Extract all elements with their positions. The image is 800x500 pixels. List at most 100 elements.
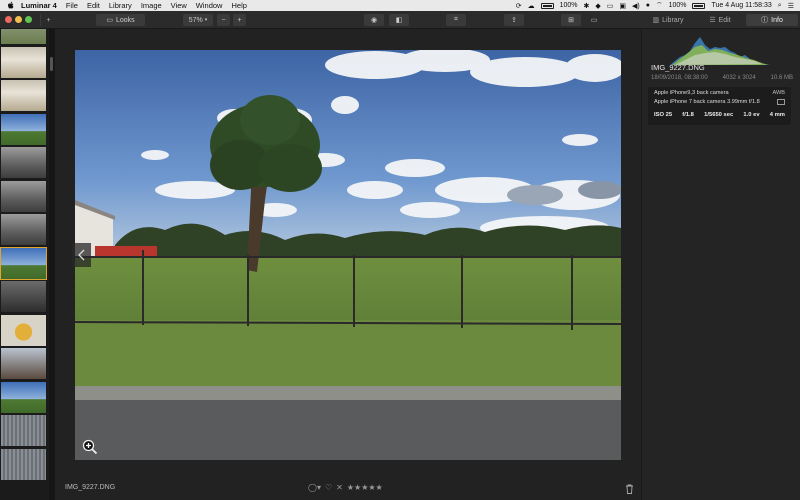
add-images-button[interactable]: + — [40, 14, 56, 26]
camera-model: Apple iPhone9,3 back camera — [654, 90, 729, 96]
star-rating[interactable]: ★★★★★ — [347, 483, 383, 492]
info-filesize: 10.6 MB — [770, 75, 793, 81]
exposure-stats: ISO 25 f/1.8 1/5650 sec 1.0 ev 4 mm — [654, 112, 785, 118]
trash-icon[interactable] — [625, 484, 634, 494]
control-center-icon[interactable]: ☰ — [788, 2, 794, 10]
filmstrip-thumbnail[interactable] — [1, 180, 46, 212]
clock[interactable]: Tue 4 Aug 11:58:33 — [711, 2, 771, 9]
filmstrip[interactable] — [0, 29, 50, 500]
looks-button[interactable]: ▭ Looks — [96, 14, 145, 26]
filmstrip-thumbnail[interactable] — [0, 246, 47, 280]
zoom-value: 57% — [188, 16, 203, 24]
crop-icon: ⌗ — [454, 16, 458, 23]
sync-icon[interactable]: ⟳ — [516, 2, 522, 10]
filmstrip-thumbnail[interactable] — [1, 448, 46, 480]
minimize-window-button[interactable] — [15, 16, 22, 23]
color-label-icon[interactable]: ◯▾ — [308, 483, 321, 492]
single-view-icon: ▭ — [590, 17, 598, 24]
mirror-icon[interactable]: ▣ — [619, 2, 626, 10]
app-toolbar: + ▭ Looks 57% ▾ − + ◉ ◧ ⌗ ⇪ ⊞ ▭ ▥ Library ☰… — [0, 11, 800, 29]
filmstrip-thumbnail[interactable] — [1, 147, 46, 178]
filmstrip-thumbnail[interactable] — [1, 29, 46, 44]
menu-edit[interactable]: Edit — [87, 1, 100, 10]
wifi-icon[interactable]: ⌔ — [656, 1, 663, 10]
chevron-left-icon — [77, 249, 84, 261]
zoom-window-button[interactable] — [25, 16, 32, 23]
battery-icon[interactable] — [540, 2, 554, 9]
filmstrip-thumbnail[interactable] — [1, 415, 46, 446]
search-icon[interactable]: ⌕ — [778, 2, 782, 10]
zoom-magnifier-button[interactable] — [82, 439, 98, 455]
share-icon: ⇪ — [511, 17, 517, 24]
previous-image-button[interactable] — [72, 243, 91, 267]
filmstrip-thumbnail[interactable] — [1, 46, 46, 78]
battery-icon-2[interactable] — [692, 2, 706, 9]
iso-value: ISO 25 — [654, 112, 673, 118]
zoom-in-button[interactable]: + — [233, 14, 246, 26]
bluetooth-icon[interactable]: ✱ — [584, 2, 590, 10]
macos-menu-bar: Luminar 4 File Edit Library Image View W… — [0, 0, 800, 11]
crop-button[interactable]: ⌗ — [446, 14, 466, 26]
looks-icon: ▭ — [106, 17, 113, 24]
shutter-value: 1/5650 sec — [704, 112, 734, 118]
battery-percent-left: 100% — [559, 2, 578, 9]
menu-help[interactable]: Help — [231, 1, 246, 10]
filmstrip-thumbnail[interactable] — [1, 113, 46, 145]
tab-edit[interactable]: ☰ Edit — [694, 14, 746, 26]
menu-window[interactable]: Window — [196, 1, 223, 10]
panel-tabs: ▥ Library ☰ Edit ⓘ Info — [642, 14, 798, 26]
apple-logo-icon[interactable] — [7, 1, 15, 10]
menu-file[interactable]: File — [66, 1, 78, 10]
info-datetime: 18/09/2018, 08:38:00 — [651, 75, 708, 81]
info-icon: ⓘ — [761, 17, 769, 24]
eye-icon: ◉ — [370, 17, 378, 24]
grid-view-button[interactable]: ⊞ — [561, 14, 581, 26]
filmstrip-thumbnail[interactable] — [1, 214, 46, 245]
chevron-down-icon: ▾ — [204, 17, 208, 23]
single-view-button[interactable]: ▭ — [585, 14, 603, 26]
tab-library[interactable]: ▥ Library — [642, 14, 694, 26]
filmstrip-thumbnail[interactable] — [1, 381, 46, 413]
zoom-dropdown[interactable]: 57% ▾ — [183, 14, 213, 26]
status-area: ⟳ ☁ 100% ✱ ◆ ▭ ▣ ◀) ● ⌔ 100% Tue 4 Aug 1… — [516, 0, 794, 11]
info-filename: IMG_9227.DNG — [651, 63, 705, 72]
photo-image — [75, 50, 621, 460]
tab-library-label: Library — [662, 16, 684, 24]
menu-library[interactable]: Library — [109, 1, 132, 10]
filmstrip-thumbnail[interactable] — [1, 348, 46, 379]
app-menu-name[interactable]: Luminar 4 — [21, 1, 57, 10]
close-window-button[interactable] — [5, 16, 12, 23]
menu-image[interactable]: Image — [141, 1, 162, 10]
siri-icon[interactable]: ● — [646, 2, 650, 9]
menu-view[interactable]: View — [171, 1, 187, 10]
battery-percent-right: 100% — [668, 2, 687, 9]
file-meta-row: 18/09/2018, 08:38:00 4032 x 3024 10.6 MB — [651, 75, 793, 81]
zoom-out-button[interactable]: − — [217, 14, 230, 26]
zoom-plus-icon: + — [237, 16, 242, 24]
share-button[interactable]: ⇪ — [504, 14, 524, 26]
rating-bar: ◯▾ ♡ ✕ ★★★★★ — [308, 483, 383, 492]
tab-info-label: Info — [771, 16, 783, 24]
dropbox-icon[interactable]: ◆ — [595, 2, 600, 10]
focal-length-value: 4 mm — [769, 112, 785, 118]
volume-icon[interactable]: ◀) — [632, 2, 640, 10]
preview-eye-button[interactable]: ◉ — [364, 14, 384, 26]
reject-icon[interactable]: ✕ — [336, 483, 343, 492]
lens-model: Apple iPhone 7 back camera 3.99mm f/1.8 — [654, 99, 760, 105]
metering-icon — [777, 99, 785, 105]
display-icon[interactable]: ▭ — [607, 2, 614, 10]
library-icon: ▥ — [652, 17, 660, 24]
main-photo[interactable] — [75, 50, 621, 460]
exposure-value: 1.0 ev — [743, 112, 760, 118]
filmstrip-scroll-knob[interactable] — [50, 57, 53, 71]
filmstrip-thumbnail[interactable] — [1, 80, 46, 111]
heart-icon[interactable]: ♡ — [325, 483, 332, 492]
cloud-icon[interactable]: ☁ — [528, 2, 535, 10]
zoom-in-icon — [82, 439, 98, 455]
white-balance: AWB — [772, 90, 785, 96]
tab-edit-label: Edit — [718, 16, 731, 24]
filmstrip-thumbnail[interactable] — [1, 314, 46, 346]
filmstrip-thumbnail[interactable] — [1, 281, 46, 312]
tab-info[interactable]: ⓘ Info — [746, 14, 798, 26]
compare-button[interactable]: ◧ — [389, 14, 409, 26]
